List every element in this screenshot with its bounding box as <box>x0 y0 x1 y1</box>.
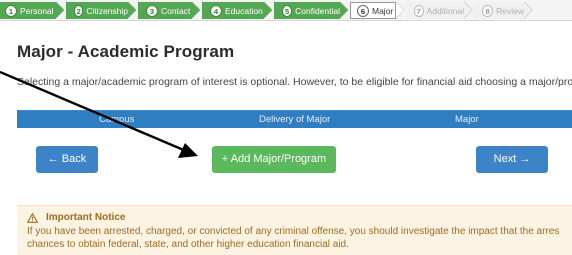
page-title: Major - Academic Program <box>17 42 235 61</box>
important-notice: Important Notice If you have been arrest… <box>17 205 572 255</box>
warning-icon <box>27 212 38 223</box>
step-label: Confidential <box>295 5 340 16</box>
step-number: 5 <box>282 4 293 17</box>
notice-title: Important Notice <box>27 212 125 223</box>
step-label: Review <box>496 5 524 16</box>
notice-line-2: chances to obtain federal, state, and ot… <box>27 238 349 250</box>
step-label: Major <box>372 5 394 16</box>
back-button[interactable]: ← Back <box>36 146 98 173</box>
wizard-steps: 1 Personal 2 Citizenship 3 Contact 4 Edu… <box>0 0 572 21</box>
step-additional[interactable]: 7 Additional <box>406 2 464 19</box>
step-number: 4 <box>210 4 222 17</box>
step-personal[interactable]: 1 Personal <box>0 2 56 19</box>
programs-table-header: Campus Delivery of Major Major <box>17 110 572 128</box>
step-contact[interactable]: 3 Contact <box>138 2 192 19</box>
step-number: 8 <box>482 4 494 17</box>
step-label: Citizenship <box>86 5 128 16</box>
add-major-program-button[interactable]: + Add Major/Program <box>212 146 336 173</box>
step-number: 7 <box>414 4 424 17</box>
notice-line-1: If you have been arrested, charged, or c… <box>27 226 560 237</box>
column-header-major: Major <box>455 114 479 125</box>
step-label: Personal <box>20 5 54 16</box>
column-header-delivery: Delivery of Major <box>259 114 331 125</box>
column-header-campus: Campus <box>99 114 135 125</box>
notice-body: If you have been arrested, charged, or c… <box>27 226 572 251</box>
step-number: 3 <box>146 4 158 17</box>
step-major[interactable]: 6 Major <box>350 2 396 19</box>
step-label: Additional <box>426 5 464 16</box>
notice-title-text: Important Notice <box>46 212 126 223</box>
step-number: 1 <box>5 4 17 17</box>
step-confidential[interactable]: 5 Confidential <box>274 2 340 19</box>
intro-text: Selecting a major/academic program of in… <box>17 76 572 88</box>
step-label: Contact <box>161 5 191 16</box>
step-review[interactable]: 8 Review <box>474 2 524 19</box>
step-number: 2 <box>74 4 84 17</box>
step-education[interactable]: 4 Education <box>202 2 264 19</box>
step-label: Education <box>225 5 263 16</box>
step-number: 6 <box>357 4 369 17</box>
step-citizenship[interactable]: 2 Citizenship <box>66 2 128 19</box>
next-button[interactable]: Next → <box>476 146 548 173</box>
